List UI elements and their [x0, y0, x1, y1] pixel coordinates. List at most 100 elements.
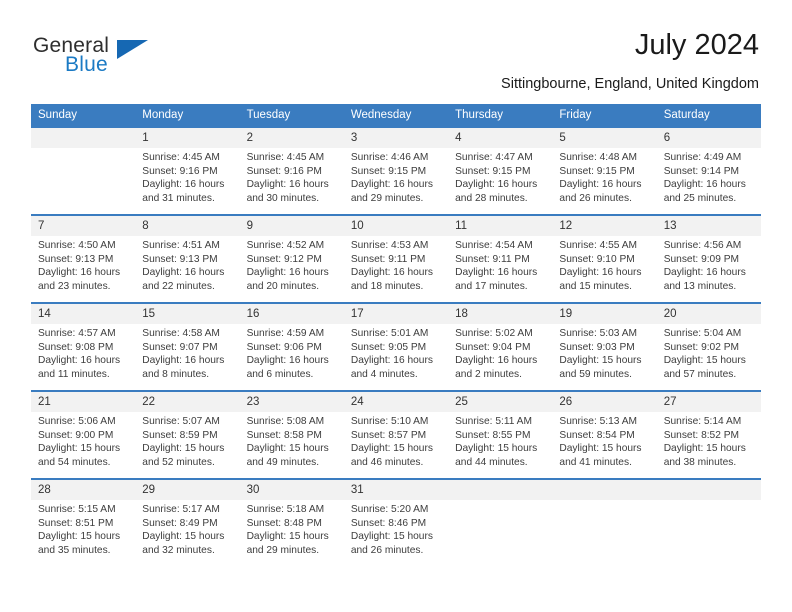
daylight-text-line2: and 52 minutes.	[142, 456, 215, 468]
day-cell-inner: 7 Sunrise: 4:50 AM Sunset: 9:13 PM Daylight…	[31, 216, 136, 302]
sunset-text: Sunset: 8:52 PM	[663, 429, 740, 441]
sunrise-text: Sunrise: 5:02 AM	[455, 328, 533, 339]
day-details: Sunrise: 4:54 AM Sunset: 9:11 PM Daylight:…	[448, 236, 552, 293]
day-number	[656, 480, 761, 500]
day-number: 10	[343, 216, 449, 236]
daylight-text-line2: and 11 minutes.	[38, 368, 110, 380]
sunset-text: Sunset: 9:15 PM	[455, 165, 531, 177]
calendar-day-cell[interactable]: 2 Sunrise: 4:45 AM Sunset: 9:16 PM Daylight…	[239, 126, 344, 215]
calendar-day-cell[interactable]: 20 Sunrise: 5:04 AM Sunset: 9:02 PM Dayligh…	[656, 302, 761, 391]
day-details: Sunrise: 5:03 AM Sunset: 9:03 PM Daylight:…	[552, 324, 656, 381]
daylight-text-line1: Daylight: 16 hours	[246, 355, 329, 367]
calendar-day-cell[interactable]: 27 Sunrise: 5:14 AM Sunset: 8:52 PM Dayligh…	[656, 390, 761, 479]
calendar-day-cell[interactable]: 29 Sunrise: 5:17 AM Sunset: 8:49 PM Dayligh…	[135, 478, 240, 566]
day-details: Sunrise: 5:01 AM Sunset: 9:05 PM Daylight:…	[344, 324, 448, 381]
calendar-day-cell[interactable]: 15 Sunrise: 4:58 AM Sunset: 9:07 PM Dayligh…	[135, 302, 240, 391]
sunrise-text: Sunrise: 4:45 AM	[142, 152, 220, 163]
calendar-day-cell[interactable]: 30 Sunrise: 5:18 AM Sunset: 8:48 PM Dayligh…	[239, 478, 344, 566]
calendar-day-cell[interactable]: 13 Sunrise: 4:56 AM Sunset: 9:09 PM Dayligh…	[656, 214, 761, 303]
sunrise-text: Sunrise: 4:52 AM	[246, 240, 325, 251]
sunset-text: Sunset: 9:00 PM	[38, 429, 114, 441]
day-cell-inner: 26 Sunrise: 5:13 AM Sunset: 8:54 PM Dayligh…	[552, 392, 657, 478]
day-number: 8	[135, 216, 240, 236]
daylight-text-line2: and 49 minutes.	[246, 456, 320, 468]
daylight-text-line2: and 25 minutes.	[663, 192, 737, 204]
daylight-text-line1: Daylight: 16 hours	[559, 179, 642, 191]
daylight-text-line2: and 18 minutes.	[350, 280, 424, 292]
day-number: 21	[31, 392, 136, 412]
sunset-text: Sunset: 8:46 PM	[350, 517, 427, 529]
calendar-day-cell[interactable]: 18 Sunrise: 5:02 AM Sunset: 9:04 PM Dayligh…	[448, 302, 553, 391]
calendar-day-cell[interactable]: 1 Sunrise: 4:45 AM Sunset: 9:16 PM Daylight…	[135, 126, 240, 215]
daylight-text-line2: and 35 minutes.	[38, 544, 111, 556]
sunrise-text: Sunrise: 4:54 AM	[455, 240, 533, 251]
calendar-day-cell[interactable]: 24 Sunrise: 5:10 AM Sunset: 8:57 PM Dayligh…	[343, 390, 449, 479]
sunset-text: Sunset: 8:51 PM	[38, 517, 114, 529]
daylight-text-line1: Daylight: 15 hours	[38, 531, 121, 543]
day-number: 25	[448, 392, 553, 412]
daylight-text-line1: Daylight: 16 hours	[663, 179, 746, 191]
day-number: 19	[552, 304, 657, 324]
day-cell-inner: 15 Sunrise: 4:58 AM Sunset: 9:07 PM Dayligh…	[135, 304, 240, 390]
daylight-text-line1: Daylight: 15 hours	[142, 443, 225, 455]
calendar-week-row: 7 Sunrise: 4:50 AM Sunset: 9:13 PM Daylight…	[31, 214, 761, 303]
calendar-day-cell[interactable]: 10 Sunrise: 4:53 AM Sunset: 9:11 PM Dayligh…	[343, 214, 449, 303]
calendar-day-cell[interactable]: 11 Sunrise: 4:54 AM Sunset: 9:11 PM Dayligh…	[448, 214, 553, 303]
day-cell-inner	[552, 480, 657, 566]
daylight-text-line2: and 15 minutes.	[559, 280, 632, 292]
day-cell-inner: 31 Sunrise: 5:20 AM Sunset: 8:46 PM Dayligh…	[343, 480, 449, 566]
calendar-day-cell[interactable]: 19 Sunrise: 5:03 AM Sunset: 9:03 PM Dayligh…	[552, 302, 657, 391]
calendar-day-cell[interactable]: 6 Sunrise: 4:49 AM Sunset: 9:14 PM Daylight…	[656, 126, 761, 215]
sunrise-text: Sunrise: 5:17 AM	[142, 504, 220, 515]
day-number: 27	[656, 392, 761, 412]
daylight-text-line1: Daylight: 15 hours	[38, 443, 121, 455]
daylight-text-line1: Daylight: 16 hours	[142, 179, 225, 191]
day-details: Sunrise: 5:14 AM Sunset: 8:52 PM Daylight:…	[657, 412, 761, 469]
sunrise-text: Sunrise: 4:59 AM	[246, 328, 325, 339]
calendar-day-cell[interactable]: 31 Sunrise: 5:20 AM Sunset: 8:46 PM Dayligh…	[343, 478, 449, 566]
calendar-day-cell[interactable]: 21 Sunrise: 5:06 AM Sunset: 9:00 PM Dayligh…	[31, 390, 136, 479]
daylight-text-line1: Daylight: 16 hours	[142, 355, 225, 367]
day-number	[31, 128, 136, 148]
daylight-text-line2: and 26 minutes.	[350, 544, 424, 556]
day-details: Sunrise: 4:52 AM Sunset: 9:12 PM Daylight:…	[240, 236, 344, 293]
sunrise-text: Sunrise: 4:56 AM	[663, 240, 742, 251]
calendar-day-cell[interactable]: 17 Sunrise: 5:01 AM Sunset: 9:05 PM Dayligh…	[343, 302, 449, 391]
general-blue-logo[interactable]: General Blue	[33, 34, 223, 90]
calendar-day-cell-empty	[31, 126, 136, 215]
daylight-text-line2: and 22 minutes.	[142, 280, 215, 292]
day-number: 2	[239, 128, 344, 148]
daylight-text-line1: Daylight: 15 hours	[559, 443, 642, 455]
day-number: 20	[656, 304, 761, 324]
daylight-text-line1: Daylight: 15 hours	[246, 443, 329, 455]
day-details: Sunrise: 5:20 AM Sunset: 8:46 PM Daylight:…	[344, 500, 448, 557]
sunset-text: Sunset: 9:11 PM	[455, 253, 530, 265]
daylight-text-line2: and 38 minutes.	[663, 456, 737, 468]
calendar-day-cell[interactable]: 4 Sunrise: 4:47 AM Sunset: 9:15 PM Daylight…	[448, 126, 553, 215]
calendar-day-cell[interactable]: 9 Sunrise: 4:52 AM Sunset: 9:12 PM Daylight…	[239, 214, 344, 303]
day-details: Sunrise: 5:10 AM Sunset: 8:57 PM Daylight:…	[344, 412, 448, 469]
day-details: Sunrise: 4:51 AM Sunset: 9:13 PM Daylight:…	[135, 236, 239, 293]
daylight-text-line2: and 20 minutes.	[246, 280, 320, 292]
calendar-day-cell[interactable]: 3 Sunrise: 4:46 AM Sunset: 9:15 PM Daylight…	[343, 126, 449, 215]
sunrise-text: Sunrise: 5:15 AM	[38, 504, 116, 515]
calendar-day-cell[interactable]: 22 Sunrise: 5:07 AM Sunset: 8:59 PM Dayligh…	[135, 390, 240, 479]
sunrise-text: Sunrise: 4:48 AM	[559, 152, 637, 163]
calendar-day-cell[interactable]: 8 Sunrise: 4:51 AM Sunset: 9:13 PM Daylight…	[135, 214, 240, 303]
calendar-day-cell[interactable]: 28 Sunrise: 5:15 AM Sunset: 8:51 PM Dayligh…	[31, 478, 136, 566]
calendar-day-cell[interactable]: 12 Sunrise: 4:55 AM Sunset: 9:10 PM Dayligh…	[552, 214, 657, 303]
sunrise-text: Sunrise: 4:47 AM	[455, 152, 533, 163]
day-cell-inner: 3 Sunrise: 4:46 AM Sunset: 9:15 PM Daylight…	[343, 128, 449, 214]
day-details: Sunrise: 4:55 AM Sunset: 9:10 PM Daylight:…	[552, 236, 656, 293]
daylight-text-line1: Daylight: 15 hours	[350, 531, 433, 543]
calendar-day-cell[interactable]: 7 Sunrise: 4:50 AM Sunset: 9:13 PM Daylight…	[31, 214, 136, 303]
calendar-day-cell[interactable]: 26 Sunrise: 5:13 AM Sunset: 8:54 PM Dayligh…	[552, 390, 657, 479]
day-cell-inner: 27 Sunrise: 5:14 AM Sunset: 8:52 PM Dayligh…	[656, 392, 761, 478]
calendar-day-cell[interactable]: 25 Sunrise: 5:11 AM Sunset: 8:55 PM Dayligh…	[448, 390, 553, 479]
calendar-day-cell[interactable]: 16 Sunrise: 4:59 AM Sunset: 9:06 PM Dayligh…	[239, 302, 344, 391]
calendar-day-cell[interactable]: 23 Sunrise: 5:08 AM Sunset: 8:58 PM Dayligh…	[239, 390, 344, 479]
calendar-day-cell[interactable]: 5 Sunrise: 4:48 AM Sunset: 9:15 PM Daylight…	[552, 126, 657, 215]
day-details: Sunrise: 4:58 AM Sunset: 9:07 PM Daylight:…	[135, 324, 239, 381]
day-cell-inner: 30 Sunrise: 5:18 AM Sunset: 8:48 PM Dayligh…	[239, 480, 344, 566]
calendar-day-cell[interactable]: 14 Sunrise: 4:57 AM Sunset: 9:08 PM Dayligh…	[31, 302, 136, 391]
